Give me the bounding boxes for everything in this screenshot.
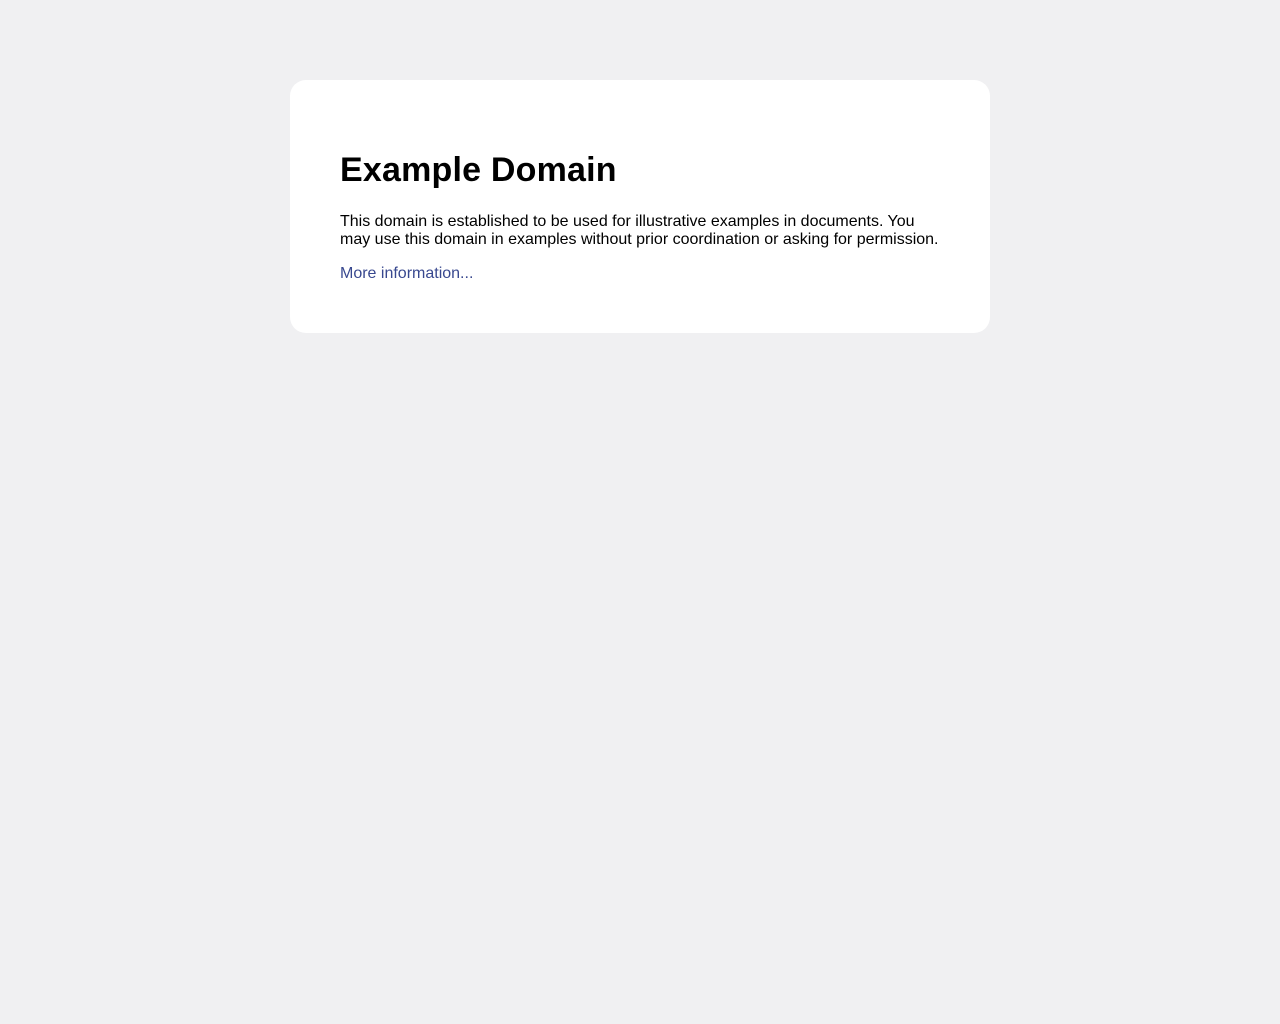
- content-card: Example Domain This domain is establishe…: [290, 80, 990, 334]
- page-title: Example Domain: [340, 151, 617, 189]
- description-text: This domain is established to be used fo…: [340, 213, 939, 249]
- more-information-link[interactable]: More information...: [340, 265, 473, 283]
